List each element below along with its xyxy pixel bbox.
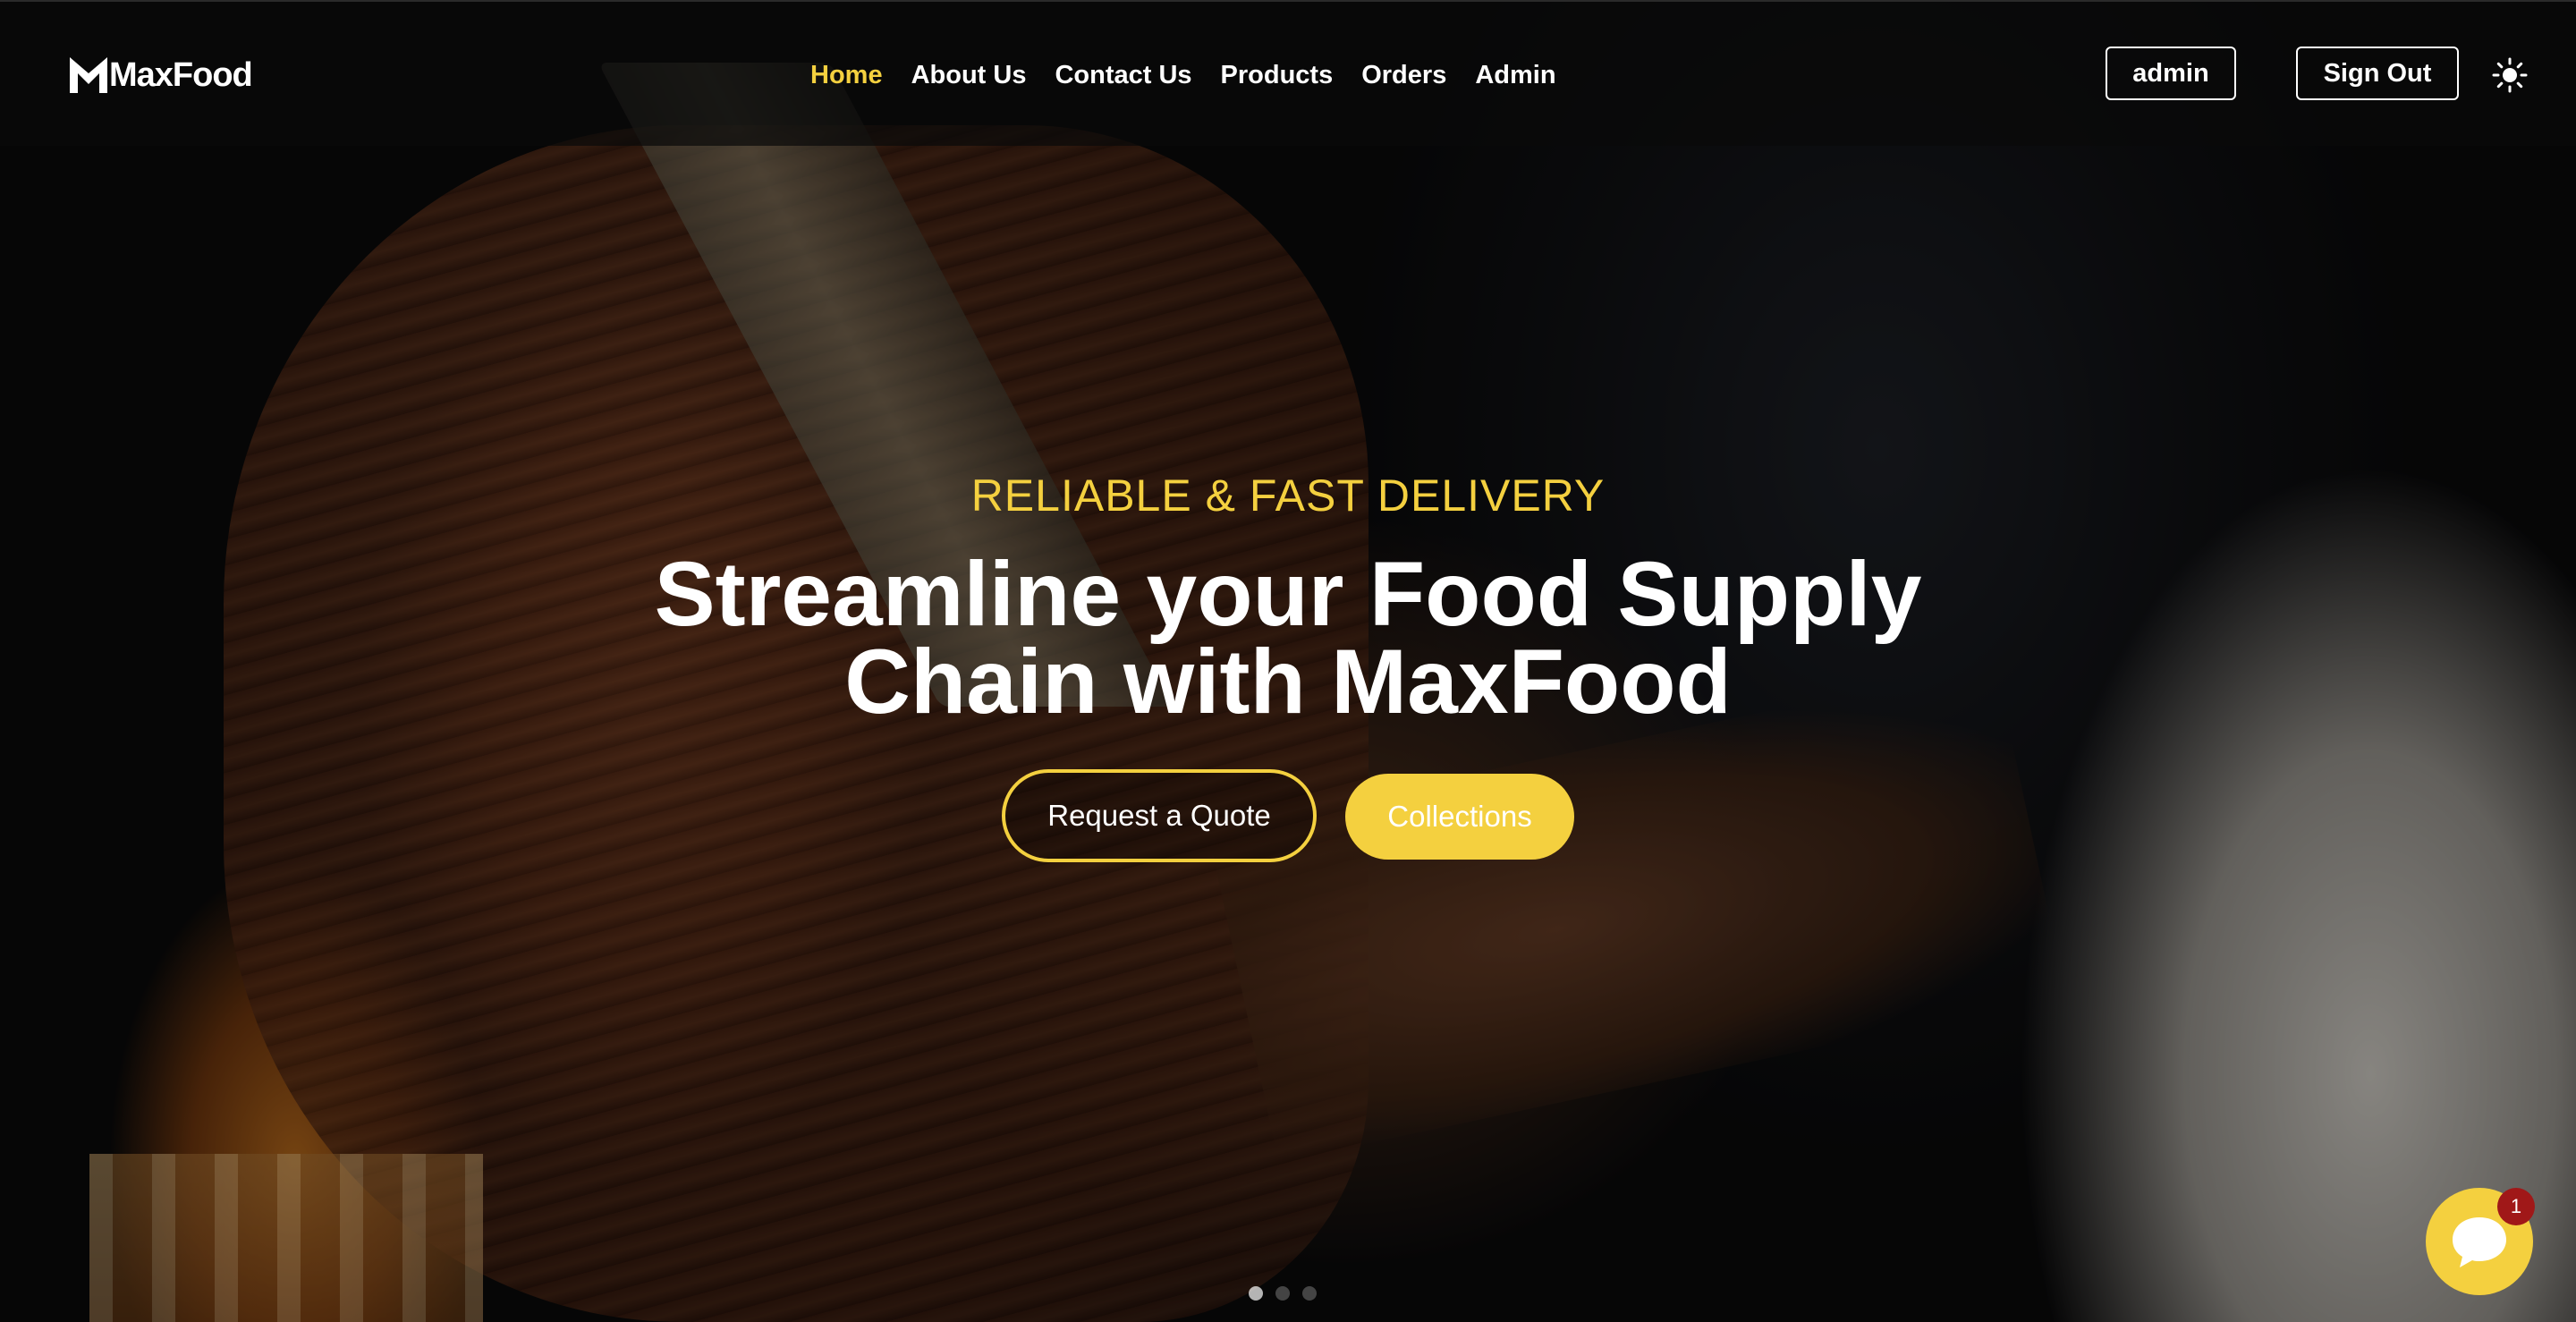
carousel-dot-3[interactable] — [1302, 1286, 1317, 1301]
carousel-dot-1[interactable] — [1249, 1286, 1263, 1301]
chat-bubble-icon — [2453, 1217, 2506, 1267]
hero-section: RELIABLE & FAST DELIVERY Streamline your… — [0, 0, 2576, 1322]
carousel-dot-2[interactable] — [1275, 1286, 1290, 1301]
carousel-indicators — [1249, 1286, 1317, 1301]
hero-headline-line2: Chain with MaxFood — [844, 631, 1732, 733]
collections-button[interactable]: Collections — [1345, 774, 1574, 860]
hero-headline-line1: Streamline your Food Supply — [654, 543, 1922, 645]
request-quote-button[interactable]: Request a Quote — [1002, 769, 1317, 862]
hero-eyebrow: RELIABLE & FAST DELIVERY — [970, 470, 1606, 521]
hero-headline: Streamline your Food Supply Chain with M… — [572, 548, 2004, 727]
chat-unread-badge: 1 — [2497, 1188, 2535, 1225]
